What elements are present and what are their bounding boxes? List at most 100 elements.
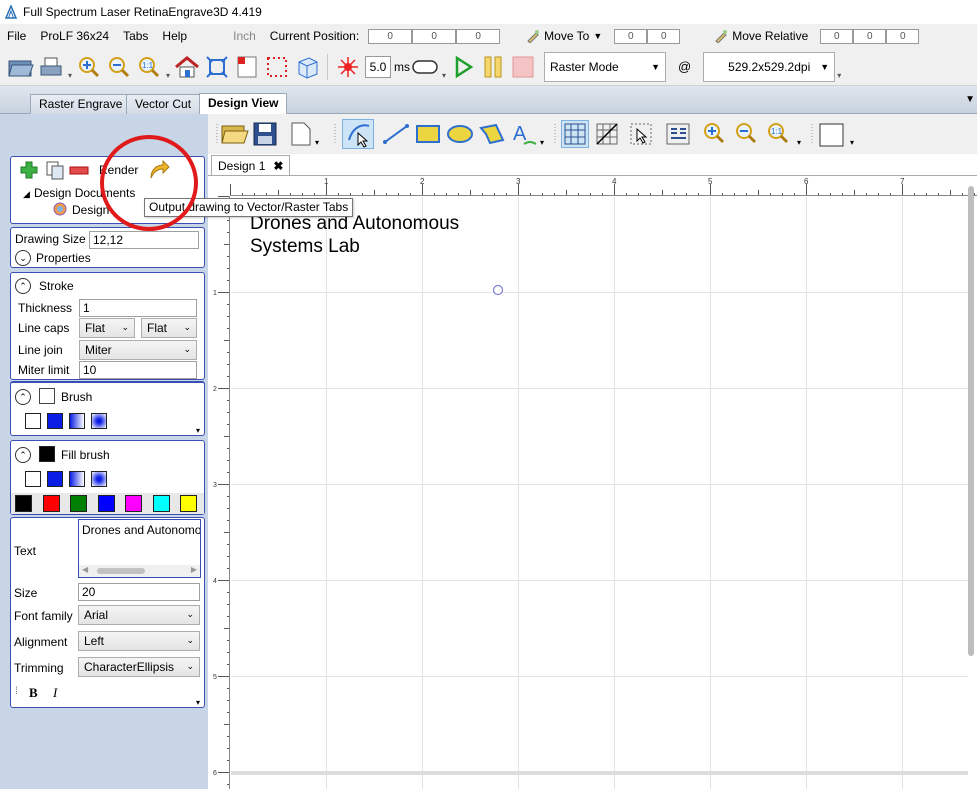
- copy-icon[interactable]: [45, 160, 65, 180]
- 3d-box-button[interactable]: [292, 52, 322, 82]
- rectangle-tool-icon[interactable]: [414, 122, 442, 146]
- grid-dots-button[interactable]: [262, 52, 292, 82]
- render-label[interactable]: Render: [99, 163, 138, 177]
- brush-color-swatch[interactable]: [39, 388, 55, 404]
- exposure-input[interactable]: 5.0: [365, 55, 391, 78]
- zoom-actual-button[interactable]: 1:1: [134, 52, 164, 82]
- zoom-in-button[interactable]: [74, 52, 104, 82]
- frame-button[interactable]: [202, 52, 232, 82]
- pause-button[interactable]: [478, 52, 508, 82]
- italic-button[interactable]: I: [53, 685, 57, 701]
- menu-file[interactable]: File: [0, 29, 33, 43]
- brush-none-icon[interactable]: [25, 413, 41, 429]
- close-icon[interactable]: ✖: [273, 159, 283, 173]
- vertical-scrollbar[interactable]: [968, 186, 974, 656]
- fill-solid-icon[interactable]: [47, 471, 63, 487]
- menu-machine[interactable]: ProLF 36x24: [33, 29, 116, 43]
- brush-collapse-icon[interactable]: ⌃: [15, 389, 31, 405]
- bold-button[interactable]: B: [29, 685, 38, 701]
- properties-label[interactable]: Properties: [36, 251, 91, 265]
- move-relative-z-field[interactable]: 0: [886, 28, 920, 44]
- scroll-thumb[interactable]: [97, 568, 145, 574]
- palette-color-swatch[interactable]: [70, 495, 87, 512]
- fill-radial-gradient-icon[interactable]: [91, 471, 107, 487]
- trimming-select[interactable]: CharacterEllipsis ⌄: [78, 657, 200, 677]
- design-canvas[interactable]: 1 2 3 4 5 6 7 1 2 3 4 5 6 Drones and Autonomous Sys…: [210, 176, 977, 789]
- move-to-x-field[interactable]: 0: [614, 28, 648, 44]
- page-corner-button[interactable]: [232, 52, 262, 82]
- fill-linear-gradient-icon[interactable]: [69, 471, 85, 487]
- save-icon[interactable]: [252, 121, 278, 147]
- palette-color-swatch[interactable]: [125, 495, 142, 512]
- line-tool-icon[interactable]: [382, 122, 410, 146]
- zoom-in-icon[interactable]: [702, 121, 728, 147]
- line-cap-end-select[interactable]: Flat ⌄: [141, 318, 197, 338]
- tree-child-label[interactable]: Design: [72, 203, 109, 217]
- open-file-button[interactable]: [6, 52, 36, 82]
- tab-design-view[interactable]: Design View: [199, 93, 288, 115]
- mode-select[interactable]: Raster Mode ▼: [544, 51, 666, 82]
- palette-color-swatch[interactable]: [180, 495, 197, 512]
- folder-open-icon[interactable]: [221, 121, 249, 147]
- ellipse-tool-icon[interactable]: [446, 122, 474, 146]
- scroll-right-icon[interactable]: ▶: [191, 565, 197, 574]
- brush-solid-icon[interactable]: [47, 413, 63, 429]
- thickness-input[interactable]: 1: [79, 299, 197, 317]
- select-tool-button[interactable]: [342, 119, 374, 149]
- palette-color-swatch[interactable]: [15, 495, 32, 512]
- zoom-actual-size-icon[interactable]: 1:1: [766, 121, 792, 147]
- menu-help[interactable]: Help: [155, 29, 194, 43]
- font-family-select[interactable]: Arial ⌄: [78, 605, 200, 625]
- remove-icon[interactable]: [69, 163, 89, 177]
- stroke-collapse-icon[interactable]: ⌃: [15, 278, 31, 294]
- size-input[interactable]: 20: [78, 583, 200, 601]
- brush-linear-gradient-icon[interactable]: [69, 413, 85, 429]
- print-button[interactable]: [36, 52, 66, 82]
- menu-tabs[interactable]: Tabs: [116, 29, 155, 43]
- expand-grip-icon[interactable]: ▾: [196, 698, 200, 707]
- properties-expand-icon[interactable]: ⌄: [15, 250, 31, 266]
- miter-limit-input[interactable]: 10: [79, 361, 197, 379]
- fill-brush-color-swatch[interactable]: [39, 446, 55, 462]
- new-page-icon[interactable]: [290, 121, 312, 147]
- line-cap-start-select[interactable]: Flat ⌄: [79, 318, 135, 338]
- move-relative-button[interactable]: Move Relative: [714, 29, 808, 43]
- scroll-left-icon[interactable]: ◀: [82, 565, 88, 574]
- zoom-out-button[interactable]: [104, 52, 134, 82]
- tab-vector-cut[interactable]: Vector Cut: [126, 94, 201, 114]
- move-relative-y-field[interactable]: 0: [853, 28, 887, 44]
- zoom-out-icon[interactable]: [734, 121, 760, 147]
- page-outline-icon[interactable]: [818, 122, 846, 148]
- tab-design-1[interactable]: Design 1 ✖: [211, 155, 291, 176]
- text-hscrollbar[interactable]: ◀ ▶: [79, 565, 200, 577]
- text-input[interactable]: Drones and Autonomo ◀ ▶: [78, 519, 201, 578]
- laser-fire-button[interactable]: [333, 52, 363, 82]
- fill-brush-collapse-icon[interactable]: ⌃: [15, 447, 31, 463]
- alignment-select[interactable]: Left ⌄: [78, 631, 200, 651]
- render-arrow-icon[interactable]: [148, 160, 170, 180]
- move-relative-x-field[interactable]: 0: [820, 28, 854, 44]
- layout-icon[interactable]: [664, 121, 692, 147]
- palette-color-swatch[interactable]: [42, 495, 60, 512]
- move-to-y-field[interactable]: 0: [647, 28, 681, 44]
- polygon-tool-icon[interactable]: [478, 122, 506, 146]
- snap-grid-icon[interactable]: [594, 121, 620, 147]
- fill-none-icon[interactable]: [25, 471, 41, 487]
- home-button[interactable]: [172, 52, 202, 82]
- show-grid-button[interactable]: [561, 120, 589, 148]
- stop-button[interactable]: [508, 52, 538, 82]
- add-icon[interactable]: [19, 160, 39, 180]
- pulse-toggle-button[interactable]: [410, 52, 440, 82]
- tree-root-label[interactable]: Design Documents: [34, 186, 135, 200]
- tab-menu-chevron-icon[interactable]: ▼: [965, 94, 975, 105]
- run-button[interactable]: [448, 52, 478, 82]
- drawing-size-input[interactable]: 12,12: [89, 231, 199, 249]
- dpi-select[interactable]: 529.2x529.2dpi ▼: [703, 51, 836, 82]
- brush-radial-gradient-icon[interactable]: [91, 413, 107, 429]
- snap-object-icon[interactable]: [628, 121, 654, 147]
- line-join-select[interactable]: Miter ⌄: [79, 340, 197, 360]
- tab-raster-engrave[interactable]: Raster Engrave: [30, 94, 132, 114]
- canvas-text-object[interactable]: Drones and Autonomous Systems Lab: [250, 212, 459, 258]
- horizontal-scrollbar[interactable]: [231, 771, 968, 775]
- expand-grip-icon[interactable]: ▾: [196, 426, 200, 435]
